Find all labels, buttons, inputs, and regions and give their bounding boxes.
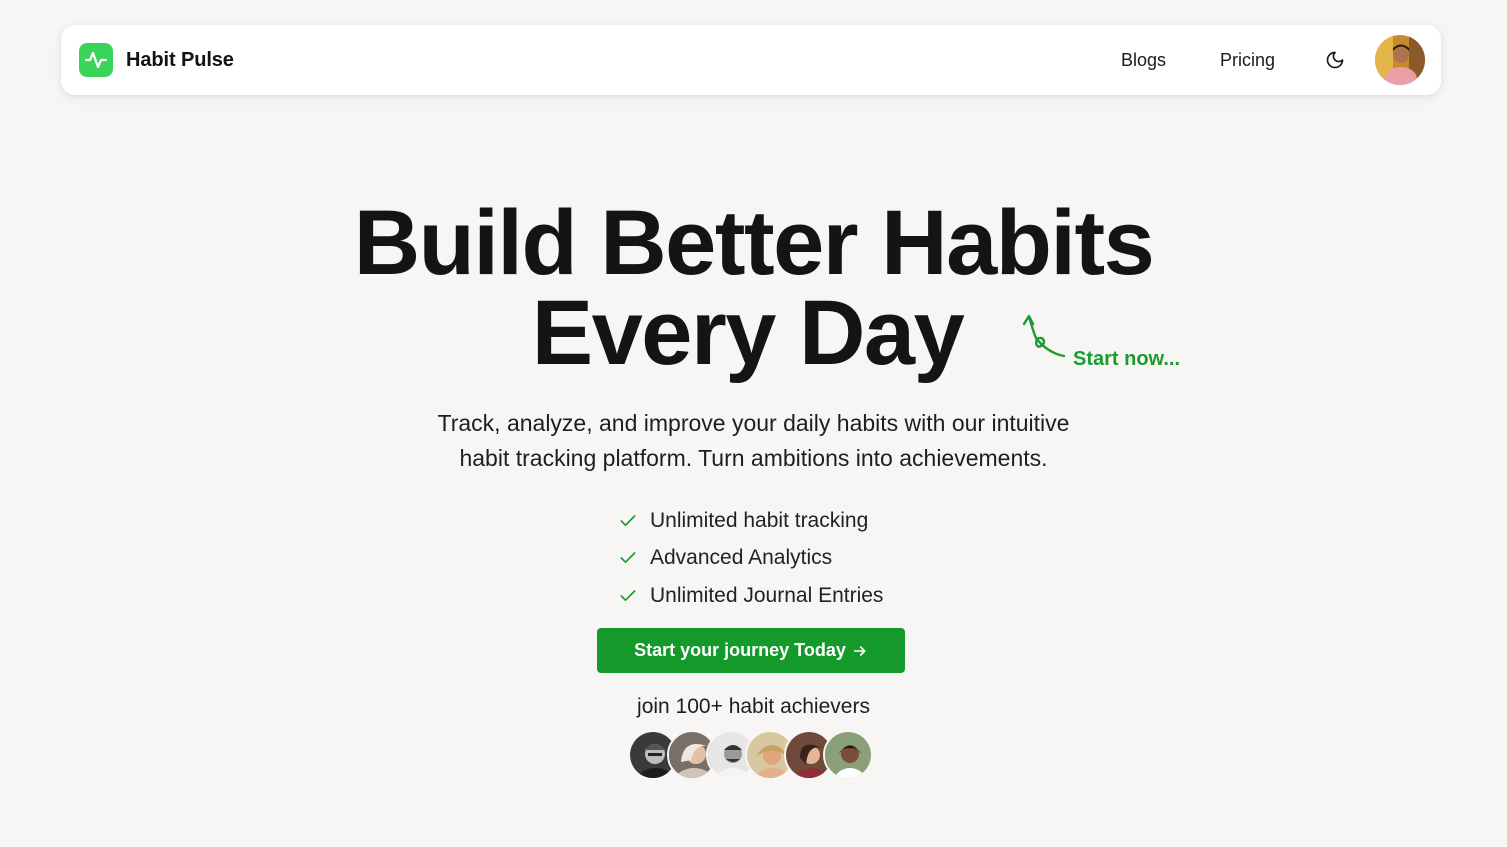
pulse-logo-icon bbox=[79, 43, 113, 77]
start-journey-button[interactable]: Start your journey Today bbox=[597, 628, 905, 673]
cta-label: Start your journey Today bbox=[634, 640, 846, 660]
feature-label: Unlimited habit tracking bbox=[650, 508, 869, 532]
checkmark-icon bbox=[618, 586, 638, 606]
subtitle-line-1: Track, analyze, and improve your daily h… bbox=[437, 410, 1070, 436]
checkmark-icon bbox=[618, 548, 638, 568]
join-community-text: join 100+ habit achievers bbox=[637, 695, 870, 718]
brand-name: Habit Pulse bbox=[126, 48, 234, 71]
hero-subtitle: Track, analyze, and improve your daily h… bbox=[0, 406, 1507, 476]
nav-link-blogs[interactable]: Blogs bbox=[1121, 50, 1166, 71]
arrow-right-icon bbox=[852, 643, 868, 659]
start-now-annotation: Start now... bbox=[1073, 348, 1181, 370]
community-avatar bbox=[823, 730, 873, 780]
brand-home-link[interactable]: Habit Pulse bbox=[79, 43, 234, 77]
feature-label: Advanced Analytics bbox=[650, 546, 833, 570]
feature-list: Unlimited habit tracking Advanced Analyt… bbox=[618, 502, 883, 615]
curved-arrow-icon bbox=[1022, 314, 1066, 358]
top-navbar: Habit Pulse Blogs Pricing bbox=[61, 25, 1441, 95]
nav-link-pricing[interactable]: Pricing bbox=[1220, 50, 1275, 71]
checkmark-icon bbox=[618, 511, 638, 531]
feature-label: Unlimited Journal Entries bbox=[650, 583, 884, 607]
hero-title-line-1: Build Better Habits bbox=[353, 192, 1155, 294]
hero-title-line-2: Every Day bbox=[531, 282, 965, 384]
feature-item: Unlimited Journal Entries bbox=[618, 577, 883, 615]
subtitle-line-2: habit tracking platform. Turn ambitions … bbox=[459, 445, 1048, 471]
moon-icon[interactable] bbox=[1325, 50, 1345, 70]
feature-item: Unlimited habit tracking bbox=[618, 502, 883, 540]
user-avatar[interactable] bbox=[1375, 35, 1425, 85]
feature-item: Advanced Analytics bbox=[618, 540, 883, 578]
